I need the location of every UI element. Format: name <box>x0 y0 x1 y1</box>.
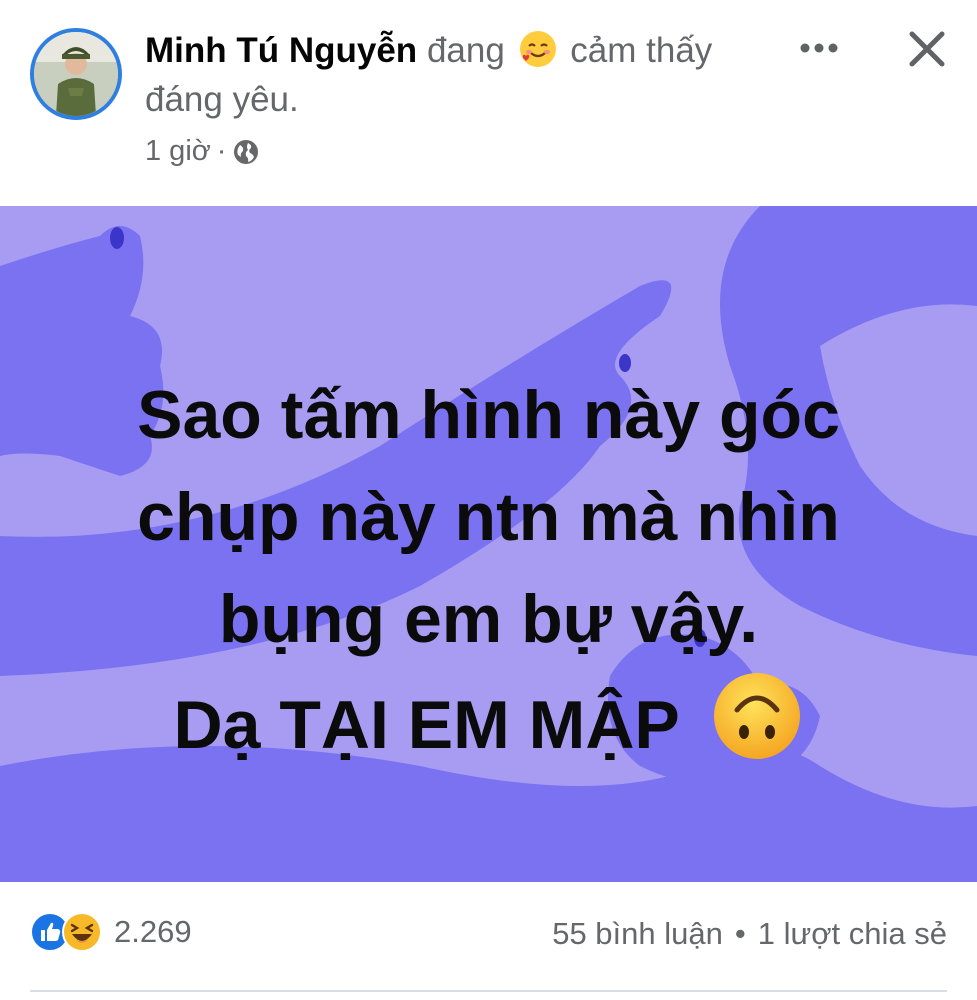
meta-dot: · <box>216 135 227 167</box>
post-header: Minh Tú Nguyễn đang cảm thấy đáng yêu. 1… <box>0 0 977 204</box>
post-text-line: chụp này ntn mà nhìn <box>137 479 840 555</box>
engagement-separator: • <box>734 916 746 951</box>
post-text: Sao tấm hình này góc chụp này ntn mà nhì… <box>60 364 917 776</box>
haha-icon <box>62 912 102 952</box>
globe-icon <box>234 139 259 164</box>
feeling-prefix: đang <box>426 31 505 70</box>
more-options-icon <box>800 43 838 53</box>
avatar-image <box>34 32 118 116</box>
footer-divider <box>30 990 947 992</box>
engagement-summary: 55 bình luận • 1 lượt chia sẻ <box>552 916 947 952</box>
post-text-line-last: Dạ TẠI EM MẬP <box>60 670 917 776</box>
comments-count[interactable]: 55 bình luận <box>552 916 723 952</box>
post-text-line: Sao tấm hình này góc <box>137 377 840 453</box>
avatar[interactable] <box>30 28 122 120</box>
post-text-line: bụng em bự vậy. <box>218 581 759 657</box>
post-footer: 2.269 55 bình luận • 1 lượt chia sẻ <box>0 882 977 1000</box>
post-meta: 1 giờ · <box>145 135 260 168</box>
reactions-summary[interactable]: 2.269 <box>30 912 192 952</box>
post-text-line: Dạ TẠI EM MẬP <box>173 687 679 763</box>
close-button[interactable] <box>900 22 954 76</box>
smiling-face-with-hearts-icon <box>519 31 556 67</box>
author-name[interactable]: Minh Tú Nguyễn <box>145 31 417 70</box>
more-options-button[interactable] <box>792 26 846 70</box>
author-line: Minh Tú Nguyễn đang cảm thấy đáng yêu. <box>145 26 785 124</box>
post-time[interactable]: 1 giờ <box>145 135 211 168</box>
close-icon <box>909 31 945 67</box>
shares-count[interactable]: 1 lượt chia sẻ <box>758 916 947 952</box>
post-image[interactable]: Sao tấm hình này góc chụp này ntn mà nhì… <box>0 206 977 882</box>
reaction-count: 2.269 <box>114 914 192 949</box>
upside-down-face-icon <box>714 673 801 759</box>
